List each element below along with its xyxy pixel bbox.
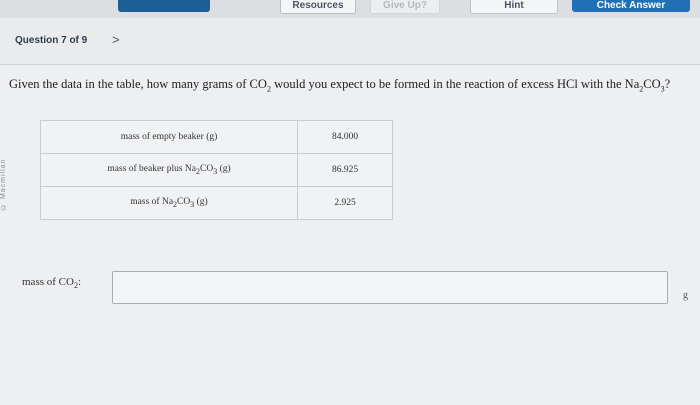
data-table: mass of empty beaker (g) 84.000 mass of … <box>40 120 393 220</box>
question-text: Given the data in the table, how many gr… <box>9 77 671 94</box>
top-toolbar: Resources Give Up? Hint Check Answer <box>0 0 700 18</box>
question-counter[interactable]: Question 7 of 9 <box>15 35 87 46</box>
table-cell-value: 86.925 <box>297 153 393 187</box>
table-row: mass of Na2CO3 (g) 2.925 <box>40 186 393 220</box>
table-row: mass of empty beaker (g) 84.000 <box>40 120 393 154</box>
resources-button[interactable]: Resources <box>280 0 356 14</box>
table-cell-value: 2.925 <box>297 186 393 220</box>
question-content <box>0 65 700 405</box>
give-up-button[interactable]: Give Up? <box>370 0 440 14</box>
unit-label: g <box>683 290 688 301</box>
table-cell-label: mass of beaker plus Na2CO3 (g) <box>40 153 298 187</box>
answer-input[interactable] <box>112 271 668 304</box>
table-cell-label: mass of empty beaker (g) <box>40 120 298 154</box>
watermark: © Macmillan <box>0 158 7 210</box>
hint-button[interactable]: Hint <box>470 0 558 14</box>
chevron-right-icon[interactable]: > <box>112 32 120 47</box>
table-cell-value: 84.000 <box>297 120 393 154</box>
table-cell-label: mass of Na2CO3 (g) <box>40 186 298 220</box>
answer-label: mass of CO2: <box>22 276 82 291</box>
check-answer-button[interactable]: Check Answer <box>572 0 690 12</box>
table-row: mass of beaker plus Na2CO3 (g) 86.925 <box>40 153 393 187</box>
question-header: Question 7 of 9 > <box>0 18 700 65</box>
nav-button[interactable] <box>118 0 210 12</box>
